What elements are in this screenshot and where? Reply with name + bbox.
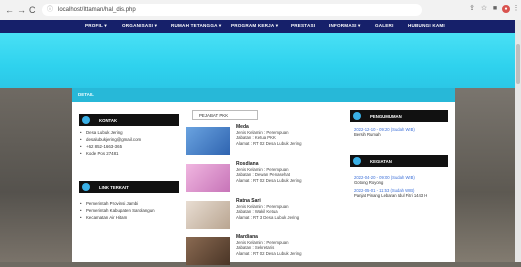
event-title: Gotong Royong [354, 180, 384, 185]
event-title: Panjat Pinang Lebaran Idul Fitri 1443 H [354, 193, 428, 198]
extension-icon[interactable]: ■ [491, 5, 499, 13]
menu-item-profil[interactable]: PROFIL ▾ [85, 23, 107, 29]
list-item: +62 852-1663-365 [80, 143, 141, 150]
list-item: Kode Pos 27481 [80, 150, 141, 157]
person-card[interactable]: Rosdiana Jenis Kelamin : Perempuan Jabat… [186, 161, 346, 194]
background-photo-left [0, 88, 72, 262]
person-address: Alamat : RT 02 Desa Lubuk Jering [236, 140, 302, 146]
list-item[interactable]: desalubukjering@gmail.com [80, 136, 141, 143]
background-photo-right [455, 88, 521, 262]
link-item[interactable]: Pemerintah Provinsi Jambi [80, 200, 155, 207]
announcement-icon [353, 112, 361, 120]
person-info: Ratna Sari Jenis Kelamin : Perempuan Jab… [236, 198, 300, 220]
person-photo [186, 164, 230, 192]
kontak-header: KONTAK [79, 114, 179, 126]
person-card[interactable]: Mardiana Jenis Kelamin : Perempuan Jabat… [186, 234, 346, 267]
person-photo [186, 237, 230, 265]
kontak-icon [82, 116, 90, 124]
person-info: Mardiana Jenis Kelamin : Perempuan Jabat… [236, 234, 302, 256]
site-menu: PROFIL ▾ ORGANISASI ▾ RUMAH TETANGGA ▾ P… [0, 20, 521, 33]
avatar[interactable]: ● [502, 5, 510, 13]
person-address: Alamat : RT 3 Desa Lubuk Jering [236, 214, 300, 220]
link-terkait-title: LINK TERKAIT [99, 185, 129, 190]
event-title: Bersih Rumah [354, 132, 381, 137]
person-card[interactable]: Meda Jenis Kelamin : Perempuan Jabatan :… [186, 124, 346, 157]
page-scrollbar[interactable] [515, 20, 521, 262]
person-info: Meda Jenis Kelamin : Perempuan Jabatan :… [236, 124, 302, 146]
person-photo [186, 127, 230, 155]
back-button[interactable]: ← [5, 5, 14, 15]
menu-item-organisasi[interactable]: ORGANISASI ▾ [122, 23, 157, 29]
link-terkait-list: Pemerintah Provinsi Jambi Pemerintah Kab… [80, 200, 155, 221]
event-item[interactable]: 2022-12-10 - 09:20 (Sudah WIB) Bersih Ru… [354, 127, 415, 137]
kegiatan-header: KEGIATAN [350, 155, 448, 167]
tab-pejabat-pkk[interactable]: PEJABAT PKK [192, 110, 258, 120]
person-photo [186, 201, 230, 229]
browser-toolbar: ← → C ⓘ localhost/Ittaman/hal_dis.php ⇪ … [0, 0, 521, 21]
person-info: Rosdiana Jenis Kelamin : Perempuan Jabat… [236, 161, 302, 183]
event-item[interactable]: 2022-05-01 - 11:53 (Sudah WIB) Panjat Pi… [354, 188, 427, 198]
breadcrumb: DETAIL [72, 88, 455, 102]
list-item: Desa Lubuk Jering [80, 129, 141, 136]
breadcrumb-label: DETAIL [78, 92, 94, 97]
pengumuman-header: PENGUMUMAN [350, 110, 448, 122]
link-icon [82, 183, 90, 191]
kontak-title: KONTAK [99, 118, 118, 123]
link-item[interactable]: Pemerintah Kabupaten Sarolangun [80, 207, 155, 214]
hero-banner [0, 33, 521, 88]
person-card[interactable]: Ratna Sari Jenis Kelamin : Perempuan Jab… [186, 198, 346, 231]
person-address: Alamat : RT 02 Desa Lubuk Jering [236, 177, 302, 183]
kegiatan-title: KEGIATAN [370, 159, 392, 164]
menu-item-prestasi[interactable]: PRESTASI [291, 23, 315, 28]
menu-item-galeri[interactable]: GALERI [375, 23, 394, 28]
scrollbar-thumb[interactable] [516, 44, 520, 84]
menu-item-program-kerja[interactable]: PROGRAM KERJA ▾ [231, 23, 278, 29]
menu-item-hubungi-kami[interactable]: HUBUNGI KAMI [408, 23, 445, 28]
star-icon[interactable]: ☆ [480, 5, 488, 13]
address-bar[interactable]: ⓘ localhost/Ittaman/hal_dis.php [42, 4, 422, 16]
kontak-list: Desa Lubuk Jering desalubukjering@gmail.… [80, 129, 141, 157]
pengumuman-title: PENGUMUMAN [370, 114, 402, 119]
share-icon[interactable]: ⇪ [468, 5, 476, 13]
forward-button[interactable]: → [17, 5, 26, 15]
menu-icon[interactable]: ⋮ [512, 5, 520, 13]
activity-icon [353, 157, 361, 165]
event-item[interactable]: 2022-04-20 - 09:00 (Sudah WIB) Gotong Ro… [354, 175, 415, 185]
menu-item-informasi[interactable]: INFORMASI ▾ [329, 23, 361, 29]
reload-button[interactable]: C [29, 5, 36, 15]
link-item[interactable]: Kecamatan Air Hitam [80, 214, 155, 221]
link-terkait-header: LINK TERKAIT [79, 181, 179, 193]
person-address: Alamat : RT 02 Desa Lubuk Jering [236, 250, 302, 256]
info-icon[interactable]: ⓘ [47, 4, 53, 16]
menu-item-rumah-tetangga[interactable]: RUMAH TETANGGA ▾ [171, 23, 221, 29]
url-text: localhost/Ittaman/hal_dis.php [58, 7, 136, 13]
